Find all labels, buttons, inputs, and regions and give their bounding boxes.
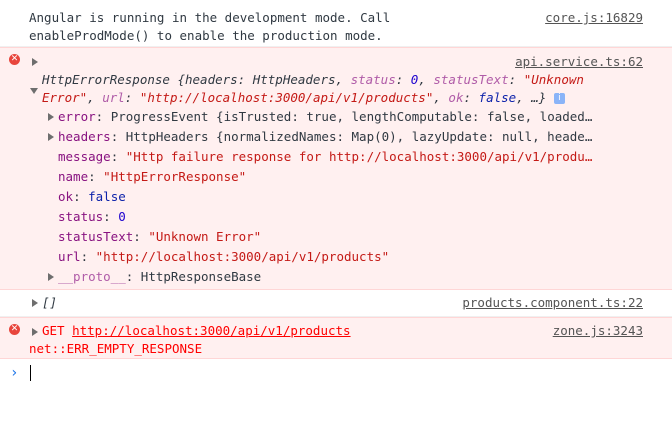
property-value: ProgressEvent {isTrusted: true, lengthCo…: [110, 109, 593, 124]
property-key: name: [58, 169, 89, 184]
property-value: "Http failure response for http://localh…: [125, 149, 593, 164]
url-value: "http://localhost:3000/api/v1/products": [139, 90, 434, 105]
source-link-products-component[interactable]: products.component.ts:22: [462, 294, 643, 312]
expand-network-error-icon[interactable]: [32, 328, 38, 336]
source-link-core[interactable]: core.js:16829: [545, 9, 643, 27]
error-icon: ✕: [9, 54, 20, 65]
info-message-line2: enableProdMode() to enable the productio…: [29, 28, 383, 43]
console-message-info: Angular is running in the development mo…: [0, 0, 672, 47]
error-object-header-line1[interactable]: HttpErrorResponse {headers: HttpHeaders,…: [42, 71, 584, 89]
status-text-key: statusText: [433, 72, 509, 87]
expand-error-icon[interactable]: [48, 113, 54, 121]
source-link-zone[interactable]: zone.js:3243: [553, 322, 643, 340]
property-row-error[interactable]: error: ProgressEvent {isTrusted: true, l…: [58, 108, 592, 126]
error-object-header-line2[interactable]: Error", url: "http://localhost:3000/api/…: [42, 89, 565, 107]
prompt-chevron-icon: ›: [10, 365, 19, 381]
console-message-array: [] products.component.ts:22: [0, 290, 672, 317]
array-value[interactable]: []: [42, 294, 57, 312]
expand-array-icon[interactable]: [32, 299, 38, 307]
property-value: false: [88, 189, 126, 204]
property-row-ok: ok: false: [58, 189, 126, 204]
ok-value: false: [478, 90, 517, 105]
property-key: ok: [58, 189, 74, 204]
error-type-summary: HttpErrorResponse {headers: HttpHeaders,: [42, 72, 351, 87]
network-request-line: GET http://localhost:3000/api/v1/product…: [42, 322, 351, 340]
expand-proto-icon[interactable]: [48, 273, 54, 281]
property-value: HttpHeaders {normalizedNames: Map(0), la…: [125, 129, 593, 144]
property-key: status: [58, 209, 104, 224]
status-text-continued: Error": [42, 90, 88, 105]
text-cursor: [30, 365, 31, 381]
ok-key: ok: [448, 90, 464, 105]
info-icon[interactable]: i: [553, 93, 565, 104]
property-row-status: status: 0: [58, 209, 126, 224]
property-key: message: [58, 149, 111, 164]
url-key: url: [102, 90, 125, 105]
property-key: __proto__: [58, 269, 126, 284]
property-key: url: [58, 249, 81, 264]
property-key: error: [58, 109, 96, 124]
property-row-headers[interactable]: headers: HttpHeaders {normalizedNames: M…: [58, 128, 592, 146]
property-row-status-text: statusText: "Unknown Error": [58, 229, 262, 244]
error-icon: ✕: [9, 324, 20, 335]
collapse-triangle-icon[interactable]: [30, 88, 38, 94]
property-value: "http://localhost:3000/api/v1/products": [95, 249, 390, 264]
property-row-name: name: "HttpErrorResponse": [58, 169, 247, 184]
request-url-link[interactable]: http://localhost:3000/api/v1/products: [72, 323, 350, 338]
status-key: status: [350, 72, 396, 87]
status-text-value: "Unknown: [523, 72, 584, 87]
expand-triangle-icon[interactable]: [32, 58, 38, 66]
header-tail: , …}: [516, 90, 547, 105]
expand-headers-icon[interactable]: [48, 133, 54, 141]
property-value: 0: [118, 209, 126, 224]
property-row-proto[interactable]: __proto__: HttpResponseBase: [58, 268, 261, 286]
property-key: statusText: [58, 229, 134, 244]
property-value: "HttpErrorResponse": [103, 169, 247, 184]
console-message-http-error: ✕ api.service.ts:62 HttpErrorResponse {h…: [0, 47, 672, 290]
network-error-detail: net::ERR_EMPTY_RESPONSE: [29, 341, 203, 356]
source-link-api-service[interactable]: api.service.ts:62: [515, 53, 643, 71]
info-message-line1: Angular is running in the development mo…: [29, 10, 391, 25]
http-method: GET: [42, 323, 65, 338]
property-row-message: message: "Http failure response for http…: [58, 149, 593, 164]
property-value: HttpResponseBase: [140, 269, 262, 284]
property-row-url: url: "http://localhost:3000/api/v1/produ…: [58, 249, 390, 264]
console-message-network-error: ✕ GET http://localhost:3000/api/v1/produ…: [0, 317, 672, 359]
property-key: headers: [58, 129, 111, 144]
property-value: "Unknown Error": [148, 229, 262, 244]
